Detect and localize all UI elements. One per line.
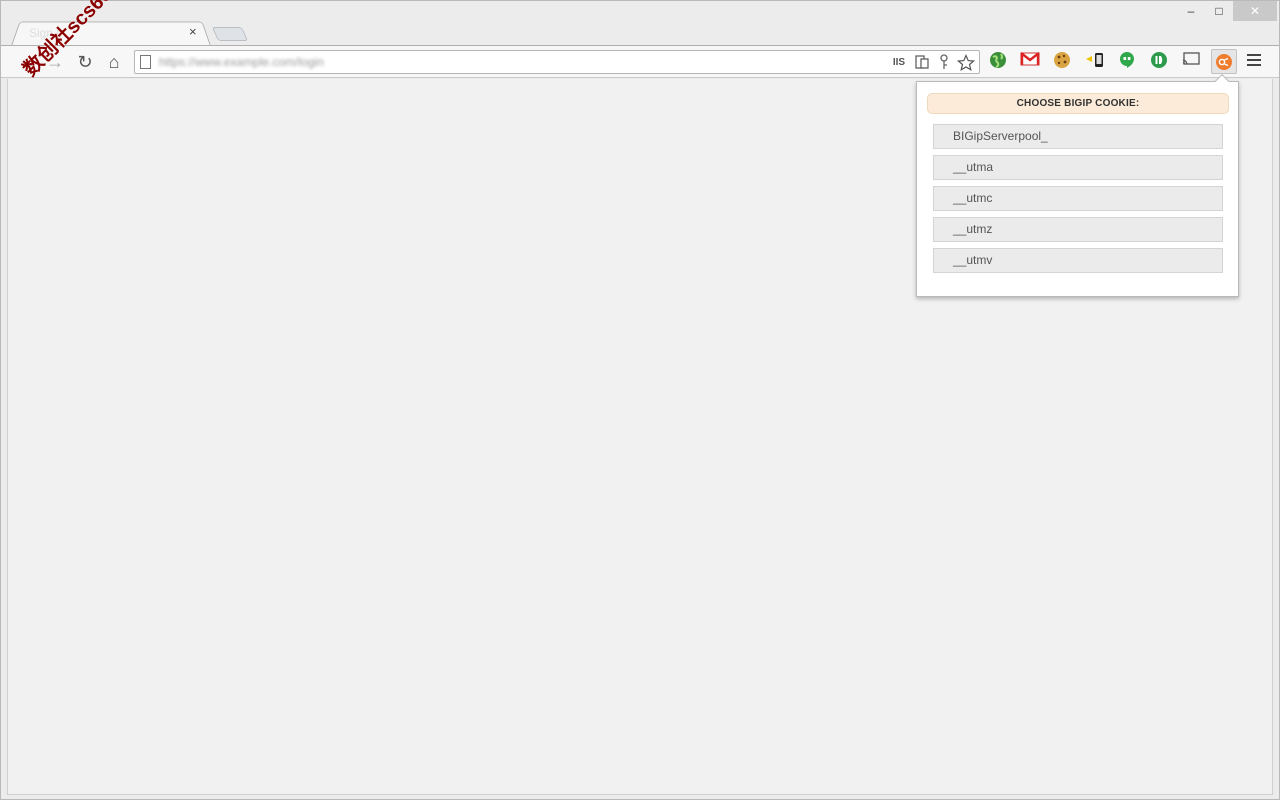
pushbullet-icon[interactable] (1148, 51, 1170, 73)
browser-toolbar: ← → ↻ ⌂ https://www.example.com/login II… (1, 45, 1279, 78)
key-icon[interactable] (935, 54, 953, 72)
address-bar[interactable]: https://www.example.com/login IIS (134, 50, 980, 74)
reader-icon[interactable] (913, 54, 931, 72)
address-url: https://www.example.com/login (159, 55, 324, 69)
cookie-button-bigipserverpool[interactable]: BIGipServerpool_ (933, 124, 1223, 149)
tab-strip: Sign in × – □ ✕ (1, 1, 1279, 46)
cookie-icon[interactable] (1051, 51, 1073, 73)
home-button[interactable]: ⌂ (102, 51, 126, 73)
hangouts-icon[interactable] (1116, 51, 1138, 73)
cookie-button-utmz[interactable]: __utmz (933, 217, 1223, 242)
cookie-button-utma[interactable]: __utma (933, 155, 1223, 180)
page-icon (140, 55, 151, 69)
active-tab[interactable]: Sign in × (23, 21, 209, 45)
bigip-cookie-icon[interactable] (1211, 49, 1237, 74)
gmail-icon[interactable] (1019, 51, 1041, 73)
close-window-button[interactable]: ✕ (1233, 1, 1277, 21)
cast-icon[interactable] (1180, 51, 1202, 73)
popup-header: CHOOSE BIGIP COOKIE: (927, 93, 1229, 114)
minimize-button[interactable]: – (1176, 1, 1206, 21)
reload-button[interactable]: ↻ (73, 51, 97, 73)
forward-button[interactable]: → (43, 51, 67, 73)
iis-icon[interactable]: IIS (890, 54, 908, 72)
globe-icon[interactable] (987, 51, 1009, 73)
maximize-button[interactable]: □ (1204, 1, 1234, 21)
cookie-button-utmv[interactable]: __utmv (933, 248, 1223, 273)
cookie-button-utmc[interactable]: __utmc (933, 186, 1223, 211)
menu-icon[interactable] (1247, 54, 1261, 70)
browser-window: Sign in × – □ ✕ ← → ↻ ⌂ https://www.exam… (0, 0, 1280, 800)
star-icon[interactable] (956, 53, 976, 72)
bigip-cookie-popup: CHOOSE BIGIP COOKIE: BIGipServerpool_ __… (916, 73, 1239, 297)
phone-icon[interactable] (1084, 51, 1106, 73)
tab-close-icon[interactable]: × (189, 24, 197, 40)
new-tab-button[interactable] (211, 27, 249, 41)
tab-title: Sign in (29, 26, 66, 40)
back-button[interactable]: ← (15, 51, 39, 73)
